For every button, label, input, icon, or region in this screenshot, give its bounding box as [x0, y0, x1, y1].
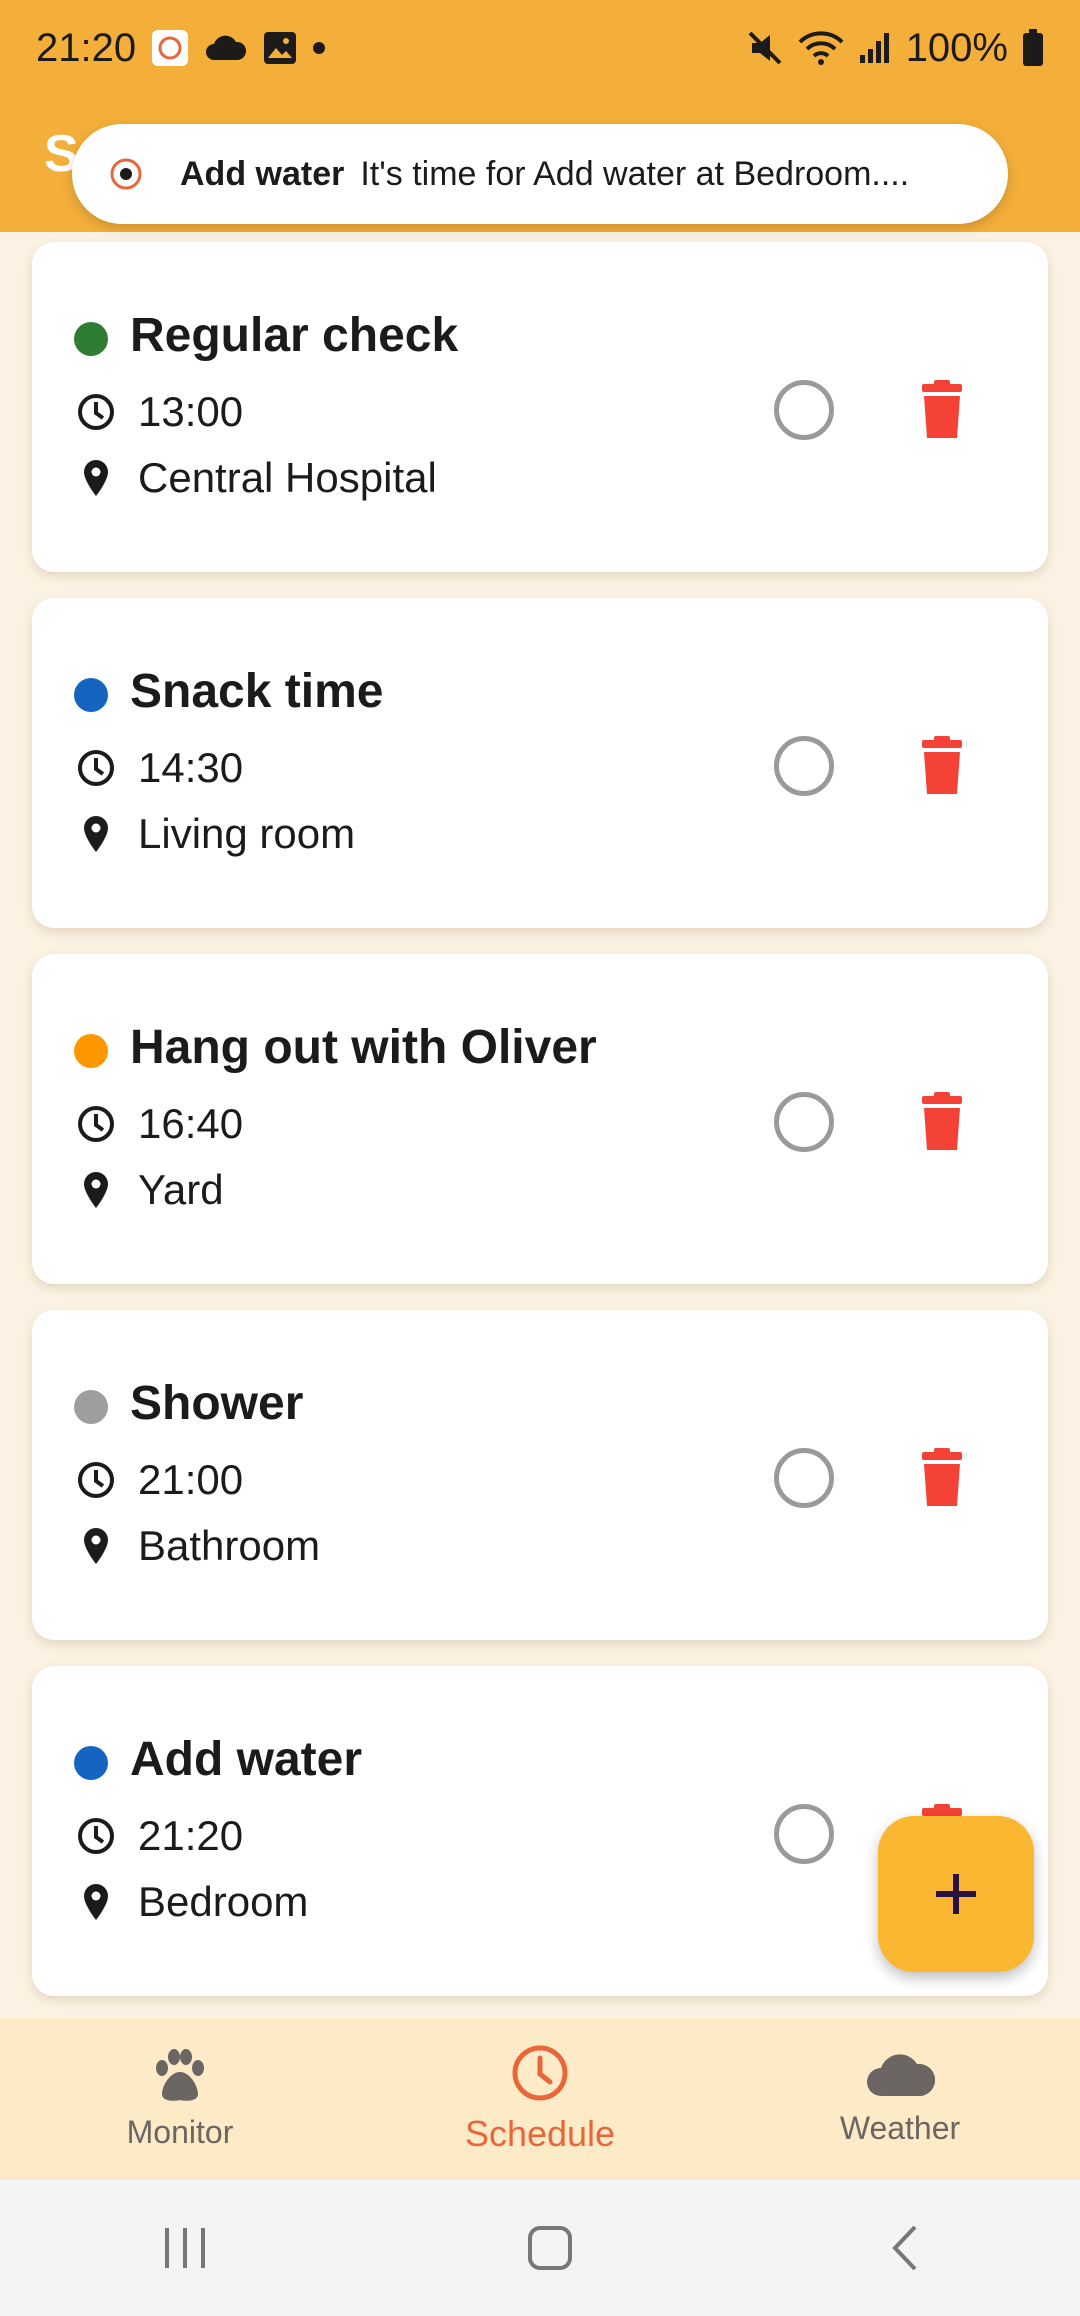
battery-percent: 100%: [905, 25, 1008, 70]
bottom-navigation: Monitor Schedule Weather: [0, 2018, 1080, 2180]
status-dot: [74, 1390, 108, 1424]
nav-label-weather: Weather: [839, 2109, 961, 2146]
home-icon[interactable]: [525, 2223, 575, 2273]
task-title: Snack time: [130, 665, 384, 718]
task-time: 21:00: [138, 1456, 244, 1503]
nav-schedule[interactable]: Schedule: [360, 2018, 720, 2180]
task-location: Central Hospital: [138, 454, 437, 501]
task-card[interactable]: Snack time 14:30 Living room: [32, 598, 1048, 928]
task-location: Bedroom: [138, 1878, 309, 1925]
complete-checkbox[interactable]: [774, 1804, 834, 1864]
signal-icon: [859, 33, 889, 63]
clock-icon: [512, 2045, 568, 2101]
task-list[interactable]: Regular check 13:00 Central Hospital Sna…: [0, 232, 1080, 2018]
complete-checkbox[interactable]: [774, 1448, 834, 1508]
task-title: Regular check: [130, 309, 459, 362]
task-location-row: Central Hospital: [76, 454, 437, 502]
status-dot: [74, 1746, 108, 1780]
app-notification-icon: [152, 30, 189, 66]
image-icon: [264, 32, 297, 64]
task-time-row: 21:20: [76, 1812, 243, 1860]
cloud-icon: [206, 35, 247, 60]
task-title: Add water: [130, 1733, 363, 1786]
location-pin-icon: [84, 1528, 108, 1564]
wifi-icon: [798, 31, 844, 65]
system-navigation-bar: [0, 2180, 1080, 2316]
heads-up-notification[interactable]: Add water It's time for Add water at Bed…: [72, 124, 1008, 224]
complete-checkbox[interactable]: [774, 736, 834, 796]
location-pin-icon: [84, 816, 108, 852]
complete-checkbox[interactable]: [774, 380, 834, 440]
status-bar: 21:20 100%: [0, 0, 1080, 96]
task-time-row: 21:00: [76, 1456, 243, 1504]
delete-icon[interactable]: [914, 380, 970, 440]
delete-icon[interactable]: [914, 1092, 970, 1152]
task-location-row: Bedroom: [76, 1878, 308, 1926]
task-card[interactable]: Shower 21:00 Bathroom: [32, 1310, 1048, 1640]
status-dot: [74, 678, 108, 712]
add-task-button[interactable]: [878, 1816, 1034, 1972]
location-pin-icon: [84, 460, 108, 496]
task-time: 16:40: [138, 1100, 244, 1147]
task-location: Bathroom: [138, 1522, 321, 1569]
clock-icon: [78, 1106, 114, 1142]
task-card[interactable]: Hang out with Oliver 16:40 Yard: [32, 954, 1048, 1284]
status-time: 21:20: [36, 25, 137, 70]
complete-checkbox[interactable]: [774, 1092, 834, 1152]
status-dot: [74, 322, 108, 356]
task-location: Living room: [138, 810, 356, 857]
back-icon[interactable]: [885, 2223, 925, 2273]
task-location-row: Living room: [76, 810, 355, 858]
task-title: Shower: [130, 1377, 304, 1430]
notification-title: Add water: [180, 154, 345, 193]
plus-icon: [936, 1874, 976, 1914]
nav-monitor[interactable]: Monitor: [0, 2018, 360, 2180]
task-card[interactable]: Regular check 13:00 Central Hospital: [32, 242, 1048, 572]
nav-label-schedule: Schedule: [464, 2113, 616, 2154]
clock-icon: [78, 394, 114, 430]
cloud-icon: [867, 2053, 935, 2096]
app-logo-icon: [110, 158, 142, 190]
nav-weather[interactable]: Weather: [720, 2018, 1080, 2180]
task-time: 13:00: [138, 388, 244, 435]
task-time-row: 14:30: [76, 744, 243, 792]
task-time: 14:30: [138, 744, 244, 791]
battery-icon: [1023, 29, 1043, 66]
clock-icon: [78, 1818, 114, 1854]
location-pin-icon: [84, 1172, 108, 1208]
task-title: Hang out with Oliver: [130, 1021, 597, 1074]
delete-icon[interactable]: [914, 1448, 970, 1508]
task-location-row: Bathroom: [76, 1522, 320, 1570]
mute-icon: [748, 31, 782, 65]
location-pin-icon: [84, 1884, 108, 1920]
paw-icon: [156, 2048, 204, 2101]
task-location-row: Yard: [76, 1166, 224, 1214]
delete-icon[interactable]: [914, 736, 970, 796]
task-time-row: 13:00: [76, 388, 243, 436]
task-location: Yard: [138, 1166, 224, 1213]
task-time: 21:20: [138, 1812, 244, 1859]
nav-label-monitor: Monitor: [126, 2113, 234, 2150]
clock-icon: [78, 1462, 114, 1498]
clock-icon: [78, 750, 114, 786]
dot-icon: [313, 42, 326, 54]
recent-apps-icon[interactable]: [155, 2224, 215, 2272]
notification-text: It's time for Add water at Bedroom....: [360, 154, 910, 193]
status-dot: [74, 1034, 108, 1068]
task-time-row: 16:40: [76, 1100, 243, 1148]
